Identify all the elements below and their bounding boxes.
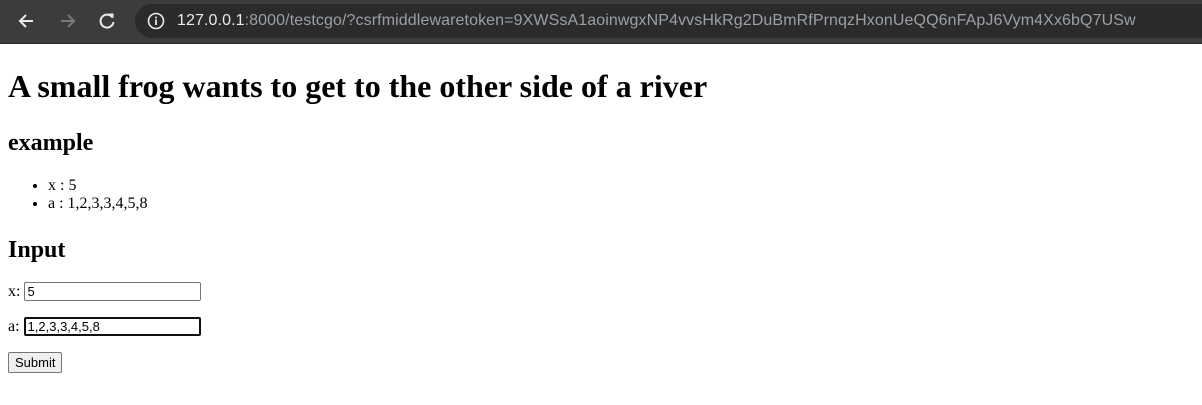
page-title: A small frog wants to get to the other s… [8,68,708,104]
example-list: x : 5 a : 1,2,3,3,4,5,8 [8,177,1202,213]
page-content: A small frog wants to get to the other s… [8,44,1202,373]
url-text[interactable]: 127.0.0.1:8000/testcgo/?csrfmiddlewareto… [177,12,1136,30]
list-item: a : 1,2,3,3,4,5,8 [48,195,1202,213]
address-bar[interactable]: 127.0.0.1:8000/testcgo/?csrfmiddlewareto… [135,4,1202,38]
forward-arrow-icon [61,14,76,28]
input-heading: Input [8,237,66,263]
forward-button[interactable] [52,6,82,36]
a-input[interactable] [23,317,201,336]
back-button[interactable] [12,6,42,36]
list-item: x : 5 [48,177,1202,195]
reload-button[interactable] [92,6,122,36]
x-input[interactable] [24,282,202,301]
browser-toolbar: 127.0.0.1:8000/testcgo/?csrfmiddlewareto… [0,0,1202,44]
reload-icon [99,13,115,29]
x-row: x: [8,282,1202,301]
url-path: :8000/testcgo/?csrfmiddlewaretoken=9XWSs… [244,12,1136,29]
url-host: 127.0.0.1 [177,12,245,29]
input-form: x: a: Submit [8,282,1202,373]
a-row: a: [8,317,1202,336]
site-info-icon[interactable] [147,12,165,30]
example-heading: example [8,130,94,156]
back-arrow-icon [18,14,33,28]
x-label: x: [8,282,21,300]
submit-button[interactable]: Submit [8,352,63,373]
a-label: a: [8,317,20,335]
